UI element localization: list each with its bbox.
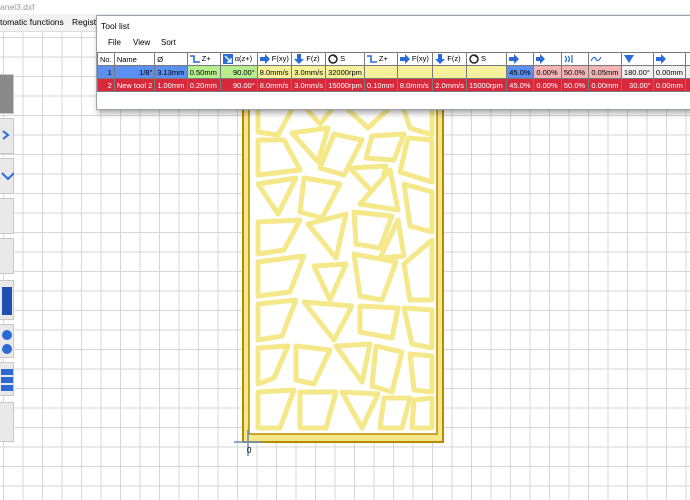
spindle-icon: [328, 54, 338, 64]
table-header-row: No. Name Ø Z+ α(z+) F(xy) F(z) S Z+ F(xy…: [97, 52, 690, 66]
cell-zplus-2[interactable]: 0.10mm: [363, 78, 398, 92]
col-header-arc[interactable]: [533, 52, 562, 66]
menu-file[interactable]: File: [108, 38, 121, 47]
cell-s[interactable]: 32000rpm: [325, 65, 365, 79]
col-header-s[interactable]: S: [325, 52, 365, 66]
cell-diameter[interactable]: 1.00mm: [154, 78, 188, 92]
wave-up-icon: [564, 55, 573, 63]
cell-name[interactable]: 1/8": [113, 65, 156, 79]
cell-diameter[interactable]: 3.13mm: [154, 65, 188, 79]
cell-overlap[interactable]: 45.0%: [506, 65, 535, 79]
menu-view[interactable]: View: [133, 38, 150, 47]
col-header-fz[interactable]: F(z): [291, 52, 327, 66]
cell-fz-2[interactable]: [432, 65, 468, 79]
col-header-wave-up[interactable]: [560, 52, 590, 66]
cell-fxy-2[interactable]: [396, 65, 434, 79]
col-header-extra[interactable]: [652, 52, 686, 66]
arrow-right-icon: [259, 54, 270, 64]
cell-wave-up[interactable]: 50.0%: [560, 78, 590, 92]
cell-s-2[interactable]: 15000rpm: [466, 78, 508, 92]
col-header-overflow: [684, 52, 690, 66]
wave-icon: [591, 56, 602, 62]
step-down-icon: [366, 55, 377, 63]
cell-fz[interactable]: 3.0mm/s: [291, 65, 327, 79]
col-header-fz-2[interactable]: F(z): [432, 52, 468, 66]
col-header-name[interactable]: Name: [113, 52, 156, 66]
col-header-angle[interactable]: α(z+): [219, 52, 258, 66]
arc-arrow-icon: [536, 54, 546, 64]
table-row[interactable]: 1 1/8" 3.13mm 0.50mm 90.00° 8.0mm/s 3.0m…: [97, 65, 690, 79]
col-header-zplus[interactable]: Z+: [186, 52, 221, 66]
cell-angle[interactable]: 90.00°: [219, 78, 258, 92]
angle-down-icon: [623, 55, 634, 63]
cell-extra[interactable]: 0.00mm: [652, 65, 686, 79]
col-header-s-2[interactable]: S: [466, 52, 508, 66]
cell-angle-down[interactable]: 180.00°: [620, 65, 654, 79]
arrow-right-icon: [655, 54, 666, 64]
col-header-no[interactable]: No.: [97, 52, 115, 66]
cell-angle-down[interactable]: 30.00°: [620, 78, 654, 92]
arrow-right-icon: [509, 54, 520, 64]
cell-fxy[interactable]: 8.0mm/s: [256, 78, 293, 92]
col-header-diameter[interactable]: Ø: [154, 52, 188, 66]
table-row-selected[interactable]: 2 New tool 2 1.00mm 0.20mm 90.00° 8.0mm/…: [97, 78, 690, 92]
cell-fz[interactable]: 3.0mm/s: [291, 78, 327, 92]
col-header-zplus-2[interactable]: Z+: [363, 52, 398, 66]
cell-zplus[interactable]: 0.50mm: [186, 65, 221, 79]
step-down-icon: [189, 55, 200, 63]
cell-s-2[interactable]: [466, 65, 508, 79]
tool-list-titlebar[interactable]: Tool list: [97, 16, 690, 35]
cell-extra[interactable]: 0.00mm: [652, 78, 686, 92]
tool-table: No. Name Ø Z+ α(z+) F(xy) F(z) S Z+ F(xy…: [97, 52, 690, 92]
origin-label: 0: [247, 446, 252, 455]
cell-no[interactable]: 1: [97, 65, 115, 79]
cell-zplus[interactable]: 0.20mm: [186, 78, 221, 92]
tool-list-window[interactable]: Tool list File View Sort No. Name Ø Z+ α…: [96, 15, 690, 110]
cell-s[interactable]: 15000rpm: [325, 78, 365, 92]
menu-sort[interactable]: Sort: [161, 38, 176, 47]
arrow-diagonal-icon: [222, 54, 233, 64]
cell-overflow: [684, 78, 690, 92]
cell-arc[interactable]: 0.00%: [533, 78, 562, 92]
arrow-down-icon: [435, 54, 446, 64]
col-header-angle-down[interactable]: [620, 52, 654, 66]
col-header-wave[interactable]: [588, 52, 622, 66]
col-header-overlap[interactable]: [506, 52, 535, 66]
cell-name[interactable]: New tool 2: [113, 78, 156, 92]
tool-list-title: Tool list: [101, 21, 130, 31]
cell-no[interactable]: 2: [97, 78, 115, 92]
cell-zplus-2[interactable]: [363, 65, 398, 79]
cell-wave[interactable]: 0.00mm: [588, 78, 622, 92]
cell-wave[interactable]: 0.05mm: [588, 65, 622, 79]
cell-overlap[interactable]: 45.0%: [506, 78, 535, 92]
cell-overflow: [684, 65, 690, 79]
cell-wave-up[interactable]: 50.0%: [560, 65, 590, 79]
col-header-fxy-2[interactable]: F(xy): [396, 52, 434, 66]
arrow-right-icon: [399, 54, 410, 64]
arrow-down-icon: [294, 54, 305, 64]
cell-angle[interactable]: 90.00°: [219, 65, 258, 79]
spindle-icon: [469, 54, 479, 64]
tool-list-menubar: File View Sort: [97, 36, 690, 50]
cell-fz-2[interactable]: 2.0mm/s: [432, 78, 468, 92]
col-header-fxy[interactable]: F(xy): [256, 52, 293, 66]
cell-fxy-2[interactable]: 8.0mm/s: [396, 78, 434, 92]
cell-fxy[interactable]: 8.0mm/s: [256, 65, 293, 79]
cell-arc[interactable]: 0.00%: [533, 65, 562, 79]
